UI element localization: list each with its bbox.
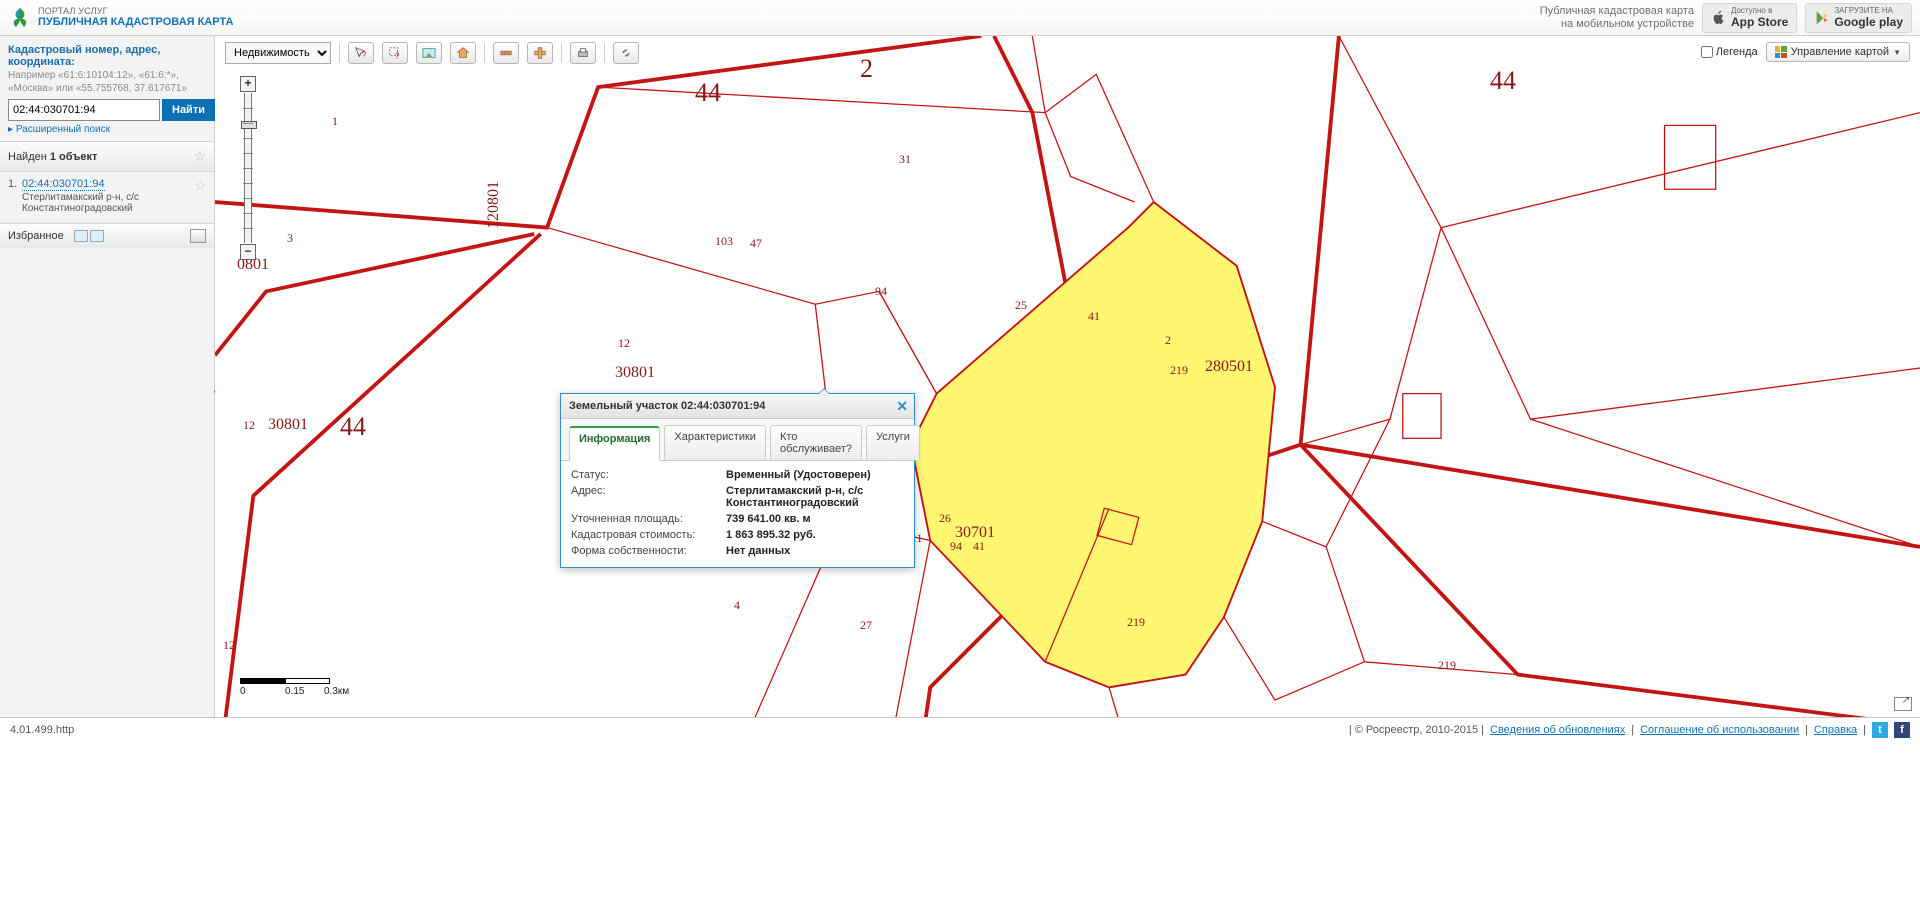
svg-text:?: ? (395, 51, 400, 60)
svg-text:?: ? (362, 50, 367, 59)
advanced-search-link[interactable]: Расширенный поиск (8, 124, 110, 135)
favorites-bar: Избранное (0, 223, 214, 248)
mobile-promo: Публичная кадастровая карта на мобильном… (1540, 5, 1694, 30)
tab-uslugi[interactable]: Услуги (866, 425, 920, 460)
favorites-label: Избранное (8, 230, 64, 242)
popup-title[interactable]: Земельный участок 02:44:030701:94 ✕ (561, 394, 914, 419)
portal-title: ПУБЛИЧНАЯ КАДАСТРОВАЯ КАРТА (38, 16, 233, 28)
collapse-fav-icon[interactable] (190, 229, 206, 243)
result-item[interactable]: 1. 02:44:030701:94 Стерлитамакский р-н, … (0, 172, 214, 223)
label-big-44b: 44 (340, 412, 366, 442)
updates-link[interactable]: Сведения об обновлениях (1490, 724, 1625, 736)
import-icon[interactable] (74, 230, 88, 242)
appstore-badge[interactable]: Доступно вApp Store (1702, 3, 1797, 33)
map[interactable]: Недвижимость ? ? Легенда Управление карт… (215, 36, 1920, 717)
measure-length-tool[interactable] (493, 42, 519, 64)
cadastral-map-svg (215, 36, 1920, 717)
layers-icon (1775, 46, 1787, 58)
popup-body[interactable]: Статус:Временный (Удостоверен) Адрес:Сте… (561, 461, 914, 567)
measure-area-tool[interactable] (527, 42, 553, 64)
label-30801b: 30801 (615, 364, 655, 382)
tab-info[interactable]: Информация (569, 426, 660, 461)
twitter-icon[interactable] (1872, 722, 1888, 738)
portal-subtitle: ПОРТАЛ УСЛУГ (38, 7, 233, 17)
star-icon[interactable]: ☆ (194, 178, 206, 194)
facebook-icon[interactable] (1894, 722, 1910, 738)
result-sub: Стерлитамакский р-н, с/с Константиноград… (22, 192, 206, 214)
popup-tabs: Информация Характеристики Кто обслуживае… (561, 419, 914, 461)
version-label: 4.01.499.http (10, 724, 74, 736)
scale-bar: 00.150.3км (240, 678, 349, 697)
footer: 4.01.499.http | © Росреестр, 2010-2015 |… (0, 718, 1920, 742)
results-header: Найден 1 объект ☆ (0, 141, 214, 172)
app-header: ПОРТАЛ УСЛУГ ПУБЛИЧНАЯ КАДАСТРОВАЯ КАРТА… (0, 0, 1920, 36)
search-input[interactable] (8, 99, 160, 121)
help-link[interactable]: Справка (1814, 724, 1857, 736)
label-280501: 280501 (1205, 358, 1253, 376)
zoom-in-button[interactable]: + (240, 76, 256, 92)
result-link[interactable]: 02:44:030701:94 (22, 178, 105, 191)
sidebar: Кадастровый номер, адрес, координата: На… (0, 36, 215, 717)
popup-close-icon[interactable]: ✕ (896, 398, 908, 415)
info-popup: Земельный участок 02:44:030701:94 ✕ Инфо… (560, 393, 915, 568)
tab-service[interactable]: Кто обслуживает? (770, 425, 862, 460)
label-big-44c: 44 (1490, 66, 1516, 96)
star-all-icon[interactable]: ☆ (193, 148, 206, 165)
print-tool[interactable] (570, 42, 596, 64)
search-button[interactable]: Найти (162, 99, 215, 121)
label-big-2: 2 (860, 54, 873, 84)
apple-icon (1711, 10, 1727, 26)
map-toolbar: Недвижимость ? ? (225, 42, 639, 64)
googleplay-icon (1814, 10, 1830, 26)
googleplay-badge[interactable]: ЗАГРУЗИТЕ НАGoogle play (1805, 3, 1912, 33)
layer-select[interactable]: Недвижимость (225, 42, 331, 64)
export-icon[interactable] (90, 230, 104, 242)
search-example: Например «61:6:10104:12», «61:6:*», «Мос… (8, 70, 206, 95)
logo[interactable]: ПОРТАЛ УСЛУГ ПУБЛИЧНАЯ КАДАСТРОВАЯ КАРТА (8, 6, 233, 30)
zoom-track[interactable] (244, 93, 252, 243)
zoom-extent-tool[interactable] (416, 42, 442, 64)
layer-manage-button[interactable]: Управление картой ▼ (1766, 42, 1910, 62)
tab-characteristics[interactable]: Характеристики (664, 425, 766, 460)
zoom-out-button[interactable]: − (240, 244, 256, 260)
label-120801: 120801 (485, 181, 503, 229)
zoom-control[interactable]: + − (240, 76, 256, 260)
label-big-44a: 44 (695, 78, 721, 108)
fullscreen-icon[interactable] (1894, 697, 1912, 711)
select-tool[interactable]: ? (382, 42, 408, 64)
logo-icon (8, 6, 32, 30)
link-tool[interactable] (613, 42, 639, 64)
identify-tool[interactable]: ? (348, 42, 374, 64)
search-title: Кадастровый номер, адрес, координата: (8, 44, 206, 68)
home-tool[interactable] (450, 42, 476, 64)
label-30801a: 30801 (268, 416, 308, 434)
legend-checkbox[interactable]: Легенда (1701, 46, 1758, 58)
agreement-link[interactable]: Соглашение об использовании (1640, 724, 1799, 736)
